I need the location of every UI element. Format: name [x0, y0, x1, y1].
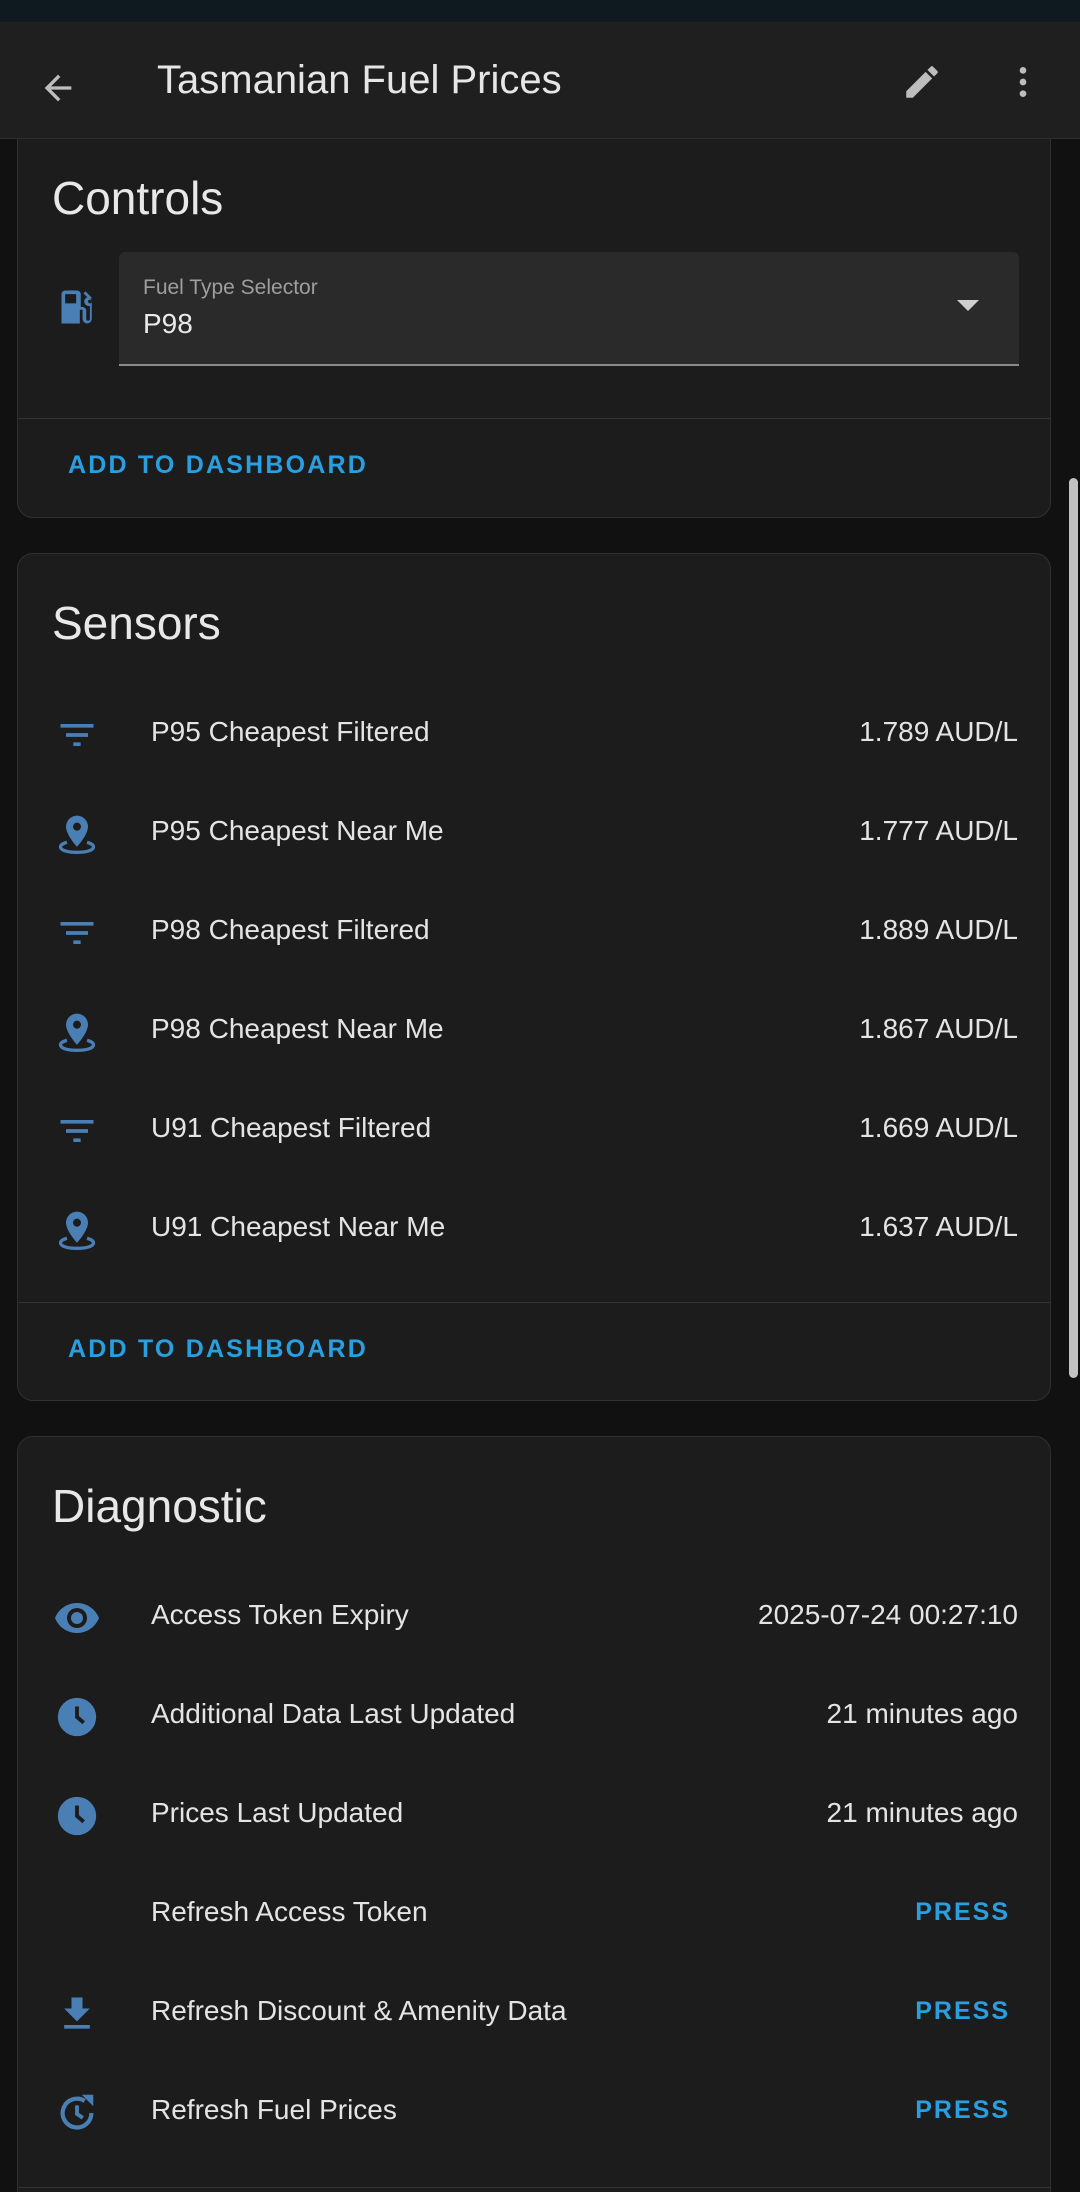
diagnostic-row[interactable]: Prices Last Updated 21 minutes ago	[18, 1767, 1050, 1866]
diagnostic-row[interactable]: Refresh Fuel Prices PRESS	[18, 2064, 1050, 2163]
eye-icon	[52, 1593, 102, 1643]
diagnostic-row[interactable]: Additional Data Last Updated 21 minutes …	[18, 1668, 1050, 1767]
refresh-clock-icon	[52, 2088, 102, 2138]
fuel-type-select[interactable]: Fuel Type Selector P98	[119, 252, 1019, 366]
sensor-value: 1.637 AUD/L	[859, 1211, 1018, 1242]
fuel-type-select-label: Fuel Type Selector	[143, 276, 318, 299]
sensor-name: P95 Cheapest Near Me	[151, 815, 444, 846]
divider	[18, 1302, 1050, 1303]
gas-station-icon	[56, 285, 100, 329]
diagnostic-value: 2025-07-24 00:27:10	[758, 1599, 1018, 1630]
divider	[18, 418, 1050, 419]
diagnostic-name: Refresh Fuel Prices	[151, 2094, 397, 2125]
sensors-card: Sensors P95 Cheapest Filtered 1.789 AUD/…	[17, 553, 1051, 1401]
map-marker-icon	[52, 1007, 102, 1057]
sensor-name: P98 Cheapest Filtered	[151, 914, 430, 945]
refresh-access-token-press-button[interactable]: PRESS	[915, 1898, 1010, 1927]
sensor-row[interactable]: P98 Cheapest Filtered 1.889 AUD/L	[18, 884, 1050, 983]
clock-icon	[52, 1791, 102, 1841]
map-marker-icon	[52, 1205, 102, 1255]
diagnostic-title: Diagnostic	[52, 1480, 267, 1532]
arrow-left-icon	[44, 74, 72, 102]
diagnostic-row[interactable]: Refresh Access Token PRESS	[18, 1866, 1050, 1965]
controls-title: Controls	[52, 172, 224, 224]
divider	[18, 2187, 1050, 2188]
app-bar: Tasmanian Fuel Prices	[0, 22, 1080, 139]
clock-icon	[52, 1692, 102, 1742]
status-bar	[0, 0, 1080, 22]
sensor-row[interactable]: U91 Cheapest Filtered 1.669 AUD/L	[18, 1082, 1050, 1181]
refresh-discount-press-button[interactable]: PRESS	[915, 1997, 1010, 2026]
dots-vertical-icon	[1019, 67, 1027, 97]
sensor-value: 1.669 AUD/L	[859, 1112, 1018, 1143]
sensor-value: 1.789 AUD/L	[859, 716, 1018, 747]
content-area[interactable]: Controls Fuel Type Selector P98 ADD TO D…	[0, 138, 1080, 2192]
diagnostic-name: Access Token Expiry	[151, 1599, 409, 1630]
scrollbar[interactable]	[1069, 478, 1078, 1378]
diagnostic-card: Diagnostic Access Token Expiry 2025-07-2…	[17, 1436, 1051, 2192]
refresh-fuel-prices-press-button[interactable]: PRESS	[915, 2096, 1010, 2125]
sensors-add-to-dashboard-button[interactable]: ADD TO DASHBOARD	[68, 1335, 368, 1364]
sensor-value: 1.889 AUD/L	[859, 914, 1018, 945]
filter-icon	[52, 1106, 102, 1156]
sensors-title: Sensors	[52, 597, 221, 649]
filter-icon	[52, 908, 102, 958]
diagnostic-row[interactable]: Access Token Expiry 2025-07-24 00:27:10	[18, 1569, 1050, 1668]
pencil-icon	[906, 66, 938, 98]
diagnostic-value: 21 minutes ago	[826, 1797, 1018, 1828]
more-options-button[interactable]	[993, 52, 1053, 112]
map-marker-icon	[52, 809, 102, 859]
back-button[interactable]	[28, 58, 88, 118]
filter-icon	[52, 710, 102, 760]
download-icon	[52, 1989, 102, 2039]
sensor-value: 1.867 AUD/L	[859, 1013, 1018, 1044]
sensor-row[interactable]: U91 Cheapest Near Me 1.637 AUD/L	[18, 1181, 1050, 1280]
diagnostic-value: 21 minutes ago	[826, 1698, 1018, 1729]
sensor-name: U91 Cheapest Near Me	[151, 1211, 446, 1242]
sensor-row[interactable]: P95 Cheapest Near Me 1.777 AUD/L	[18, 785, 1050, 884]
sensor-name: U91 Cheapest Filtered	[151, 1112, 432, 1143]
controls-card: Controls Fuel Type Selector P98 ADD TO D…	[17, 138, 1051, 518]
sensor-value: 1.777 AUD/L	[859, 815, 1018, 846]
page-title: Tasmanian Fuel Prices	[157, 58, 562, 102]
sensor-row[interactable]: P98 Cheapest Near Me 1.867 AUD/L	[18, 983, 1050, 1082]
diagnostic-name: Refresh Access Token	[151, 1896, 428, 1927]
fuel-type-select-value: P98	[143, 308, 193, 339]
diagnostic-name: Refresh Discount & Amenity Data	[151, 1995, 567, 2026]
sensor-row[interactable]: P95 Cheapest Filtered 1.789 AUD/L	[18, 686, 1050, 785]
sensor-name: P95 Cheapest Filtered	[151, 716, 430, 747]
diagnostic-row[interactable]: Refresh Discount & Amenity Data PRESS	[18, 1965, 1050, 2064]
controls-add-to-dashboard-button[interactable]: ADD TO DASHBOARD	[68, 451, 368, 480]
edit-button[interactable]	[892, 52, 952, 112]
chevron-down-icon	[957, 300, 979, 311]
sensor-name: P98 Cheapest Near Me	[151, 1013, 444, 1044]
diagnostic-name: Additional Data Last Updated	[151, 1698, 516, 1729]
diagnostic-name: Prices Last Updated	[151, 1797, 404, 1828]
